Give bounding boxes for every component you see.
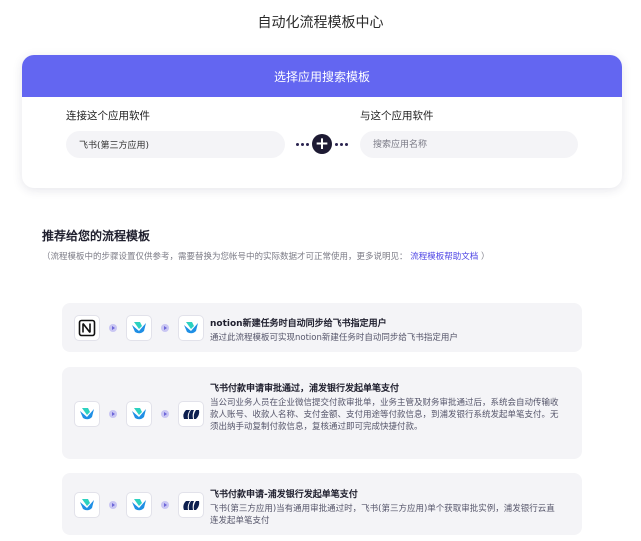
template-app-chain <box>74 315 204 341</box>
feishu-icon <box>126 492 152 518</box>
section-title: 推荐给您的流程模板 <box>42 229 151 243</box>
connector: + <box>296 133 348 155</box>
help-doc-link[interactable]: 流程模板帮助文档 <box>410 252 478 262</box>
template-text: 飞书付款申请审批通过，浦发银行发起单笔支付 当公司业务人员在企业微信提交付款审批… <box>210 381 560 433</box>
feishu-icon <box>178 315 204 341</box>
template-card[interactable]: 飞书付款申请-浦发银行发起单笔支付 飞书(第三方应用)当有通用审批通过时，飞书(… <box>62 473 582 535</box>
plus-icon[interactable]: + <box>312 134 332 154</box>
section-note-text: （流程模板中的步骤设置仅供参考，需要替换为您帐号中的实际数据才可正常使用，更多说… <box>42 252 408 262</box>
flow-arrow-icon <box>109 501 117 509</box>
template-card[interactable]: 飞书付款申请审批通过，浦发银行发起单笔支付 当公司业务人员在企业微信提交付款审批… <box>62 367 582 459</box>
source-app-label: 连接这个应用软件 <box>66 110 150 122</box>
source-app-select[interactable]: 飞书(第三方应用) <box>66 131 285 158</box>
template-text: 飞书付款申请-浦发银行发起单笔支付 飞书(第三方应用)当有通用审批通过时，飞书(… <box>210 487 560 527</box>
flow-arrow-icon <box>109 410 117 418</box>
flow-arrow-icon <box>161 501 169 509</box>
flow-arrow-icon <box>161 324 169 332</box>
template-search-card: 选择应用搜索模板 连接这个应用软件 与这个应用软件 飞书(第三方应用) + <box>22 55 622 188</box>
template-text: notion新建任务时自动同步给飞书指定用户 通过此流程模板可实现notion新… <box>210 316 560 344</box>
feishu-icon <box>126 401 152 427</box>
target-app-label: 与这个应用软件 <box>360 110 434 122</box>
template-title: 飞书付款申请审批通过，浦发银行发起单笔支付 <box>210 384 400 394</box>
template-desc: 通过此流程模板可实现notion新建任务时自动同步给飞书指定用户 <box>210 333 458 343</box>
spdb-icon <box>178 401 204 427</box>
dots-right <box>335 142 348 146</box>
page-title: 自动化流程模板中心 <box>257 15 384 31</box>
template-app-chain <box>74 492 204 518</box>
feishu-icon <box>126 315 152 341</box>
section-note: （流程模板中的步骤设置仅供参考，需要替换为您帐号中的实际数据才可正常使用，更多说… <box>42 250 489 262</box>
feishu-icon <box>74 492 100 518</box>
target-app-search-input[interactable] <box>360 131 578 158</box>
template-card[interactable]: notion新建任务时自动同步给飞书指定用户 通过此流程模板可实现notion新… <box>62 303 582 352</box>
template-desc: 当公司业务人员在企业微信提交付款审批单，业务主管及财务审批通过后，系统会自动传输… <box>210 398 559 432</box>
flow-arrow-icon <box>161 410 169 418</box>
template-app-chain <box>74 401 204 427</box>
template-title: notion新建任务时自动同步给飞书指定用户 <box>210 319 387 329</box>
dots-left <box>296 142 309 146</box>
section-note-end: ） <box>480 252 490 262</box>
flow-arrow-icon <box>109 324 117 332</box>
template-title: 飞书付款申请-浦发银行发起单笔支付 <box>210 490 358 500</box>
search-card-header: 选择应用搜索模板 <box>22 55 622 97</box>
notion-icon <box>74 315 100 341</box>
spdb-icon <box>178 492 204 518</box>
feishu-icon <box>74 401 100 427</box>
template-desc: 飞书(第三方应用)当有通用审批通过时，飞书(第三方应用)单个获取审批实例，浦发银… <box>210 504 555 526</box>
